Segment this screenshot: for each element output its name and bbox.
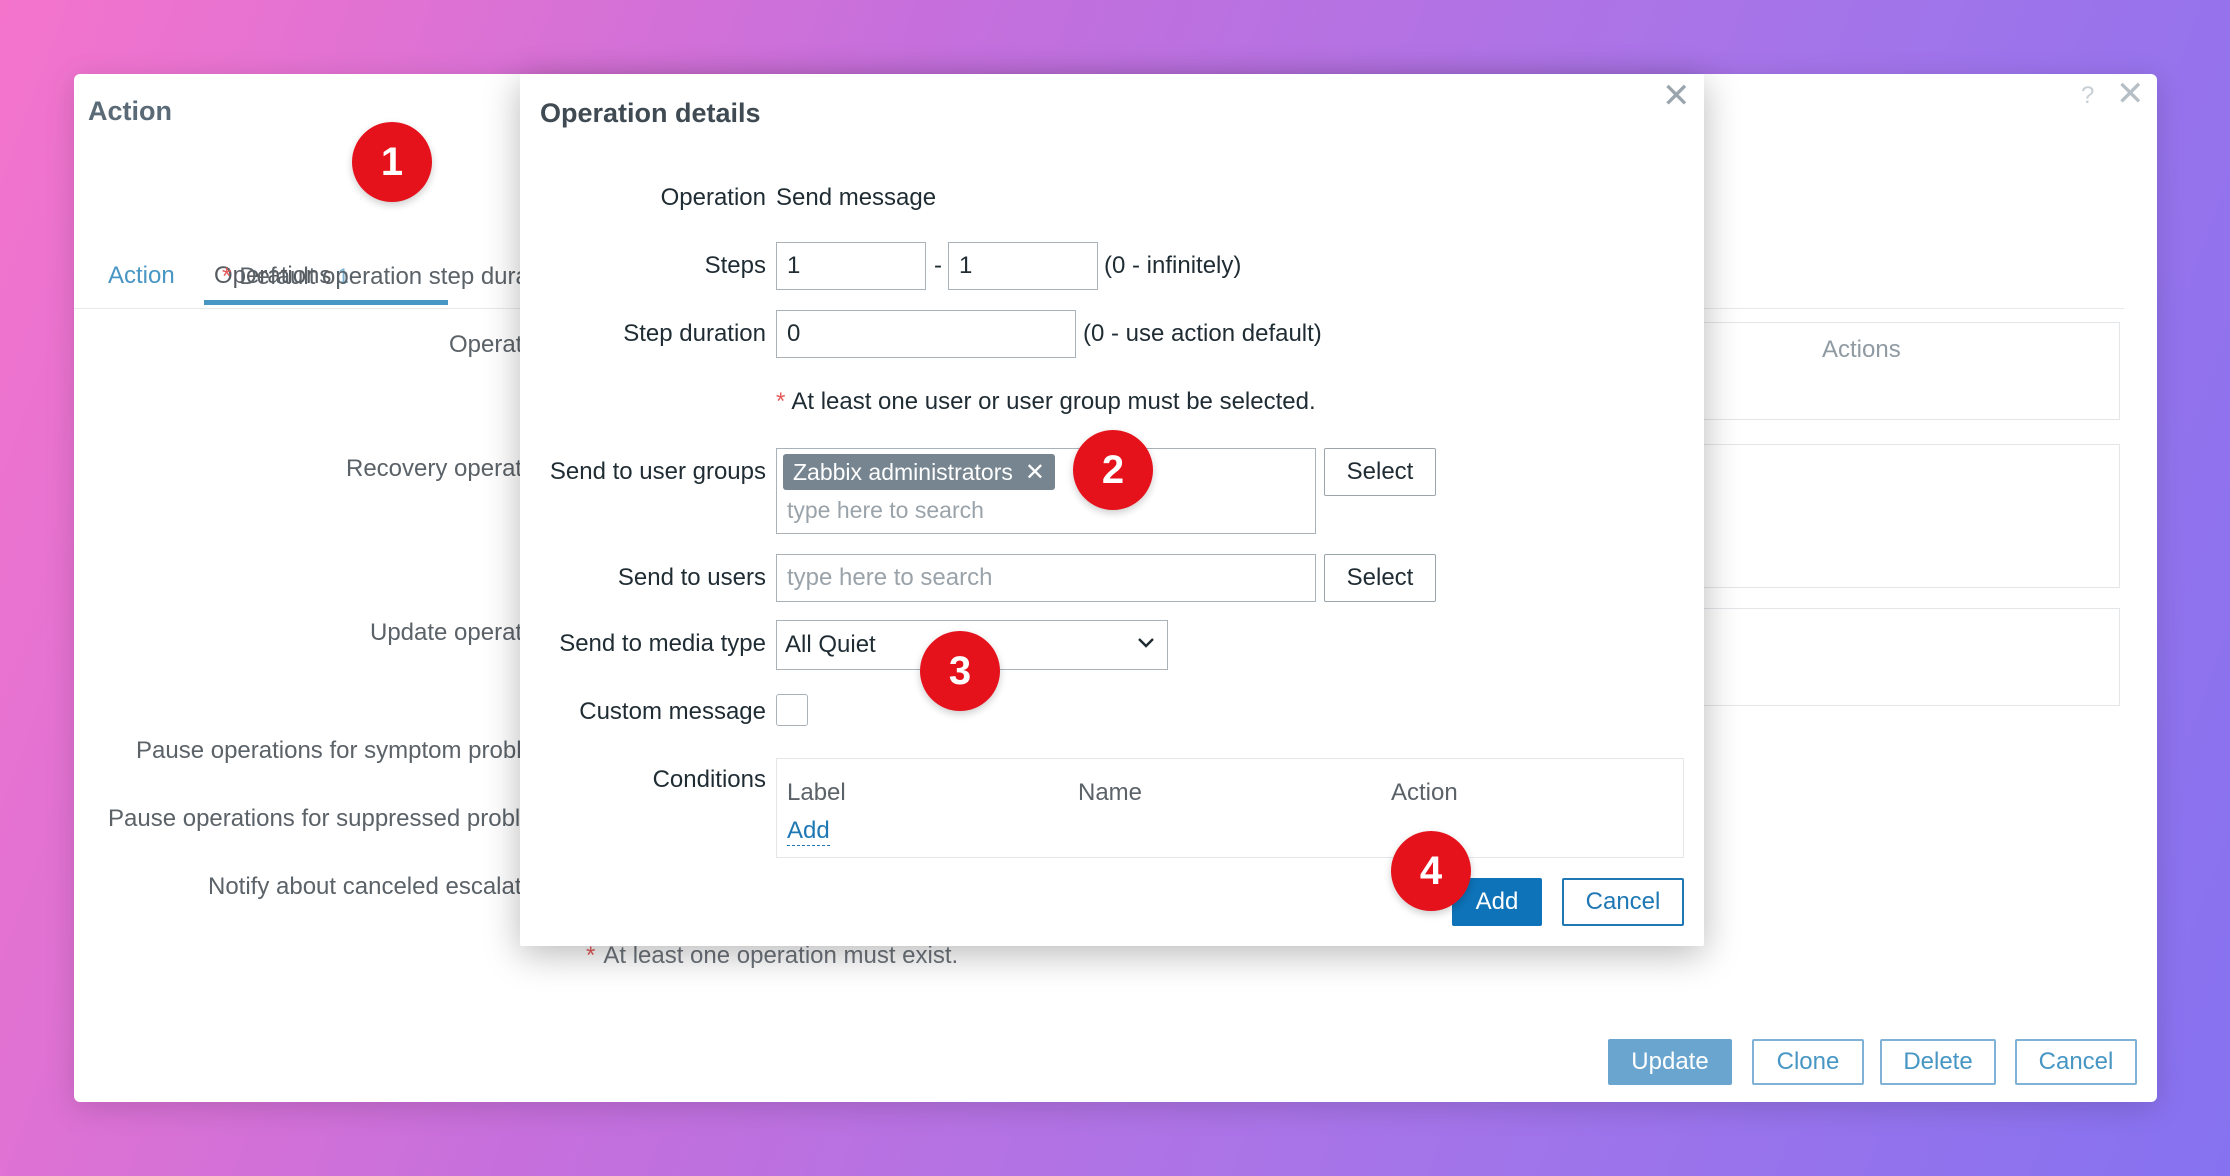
operation-required-text: At least one operation must exist. (603, 942, 959, 969)
user-groups-multiselect[interactable]: Zabbix administrators ✕ type here to sea… (776, 448, 1316, 534)
tab-action-label: Action (108, 262, 175, 289)
dialog-close-icon[interactable]: ✕ (1662, 76, 1691, 116)
conditions-col-name: Name (1078, 779, 1143, 806)
operations-actions-header: Actions (1822, 336, 1901, 363)
operation-label: Operation (660, 184, 766, 211)
active-tab-indicator (204, 300, 448, 305)
operation-required-note: * At least one operation must exist. (586, 942, 958, 970)
window-title: Action (88, 96, 172, 126)
step-duration-label: Step duration (623, 320, 766, 347)
default-step-duration-label: * Default operation step dura (222, 263, 529, 291)
chip-remove-icon[interactable]: ✕ (1025, 458, 1045, 487)
operation-value: Send message (776, 184, 937, 211)
delete-button[interactable]: Delete (1880, 1039, 1996, 1085)
callout-badge-4: 4 (1391, 831, 1471, 911)
user-groups-select-button[interactable]: Select (1324, 448, 1436, 496)
dialog-title: Operation details (540, 98, 761, 128)
recovery-operations-label: Recovery operat (346, 455, 523, 482)
default-step-duration-text: Default operation step dura (239, 263, 529, 290)
operation-details-dialog: Operation details ✕ Operation Send messa… (520, 74, 1704, 946)
chevron-down-icon (1138, 638, 1154, 648)
users-select-button[interactable]: Select (1324, 554, 1436, 602)
custom-message-label: Custom message (579, 698, 766, 725)
steps-to-input[interactable] (948, 242, 1098, 290)
conditions-col-label: Label (787, 779, 846, 806)
update-operations-table (1700, 608, 2120, 706)
user-groups-label: Send to user groups (549, 458, 766, 485)
user-group-chip-label: Zabbix administrators (793, 458, 1013, 485)
step-duration-input[interactable] (776, 310, 1076, 358)
media-type-value: All Quiet (785, 631, 876, 658)
required-mark: * (222, 263, 232, 290)
recipient-required-text: At least one user or user group must be … (791, 388, 1316, 415)
notify-canceled-label: Notify about canceled escalat (208, 873, 522, 900)
conditions-col-action: Action (1391, 779, 1458, 806)
steps-hint: (0 - infinitely) (1104, 252, 1242, 279)
pause-suppressed-label: Pause operations for suppressed probl (108, 805, 521, 832)
operations-table (1700, 322, 2120, 420)
users-search-input[interactable] (776, 554, 1316, 602)
conditions-table: Label Name Action Add (776, 758, 1684, 858)
recovery-operations-table (1700, 444, 2120, 588)
callout-badge-2: 2 (1073, 430, 1153, 510)
media-type-label: Send to media type (559, 630, 766, 657)
callout-badge-1: 1 (352, 122, 432, 202)
dialog-cancel-button[interactable]: Cancel (1562, 878, 1684, 926)
recipient-required-note: * At least one user or user group must be… (776, 388, 1316, 416)
steps-separator: - (934, 252, 942, 279)
callout-badge-3: 3 (920, 631, 1000, 711)
user-group-chip: Zabbix administrators ✕ (783, 454, 1055, 490)
window-cancel-button[interactable]: Cancel (2015, 1039, 2137, 1085)
help-icon[interactable]: ? (2081, 82, 2094, 110)
user-groups-search-placeholder[interactable]: type here to search (787, 497, 984, 524)
steps-from-input[interactable] (776, 242, 926, 290)
required-mark: * (586, 942, 596, 969)
users-label: Send to users (617, 564, 766, 591)
step-duration-hint: (0 - use action default) (1083, 320, 1322, 347)
custom-message-checkbox[interactable] (776, 694, 808, 726)
update-operations-label: Update operat (370, 619, 523, 646)
add-condition-link[interactable]: Add (787, 817, 830, 846)
clone-button[interactable]: Clone (1752, 1039, 1864, 1085)
tab-action[interactable]: Action (108, 262, 175, 290)
pause-symptom-label: Pause operations for symptom probl (136, 737, 522, 764)
operations-label: Operat (449, 331, 523, 358)
conditions-label: Conditions (652, 766, 766, 793)
steps-label: Steps (704, 252, 766, 279)
close-icon[interactable]: ✕ (2116, 74, 2145, 114)
update-button[interactable]: Update (1608, 1039, 1732, 1085)
required-mark: * (776, 388, 786, 415)
